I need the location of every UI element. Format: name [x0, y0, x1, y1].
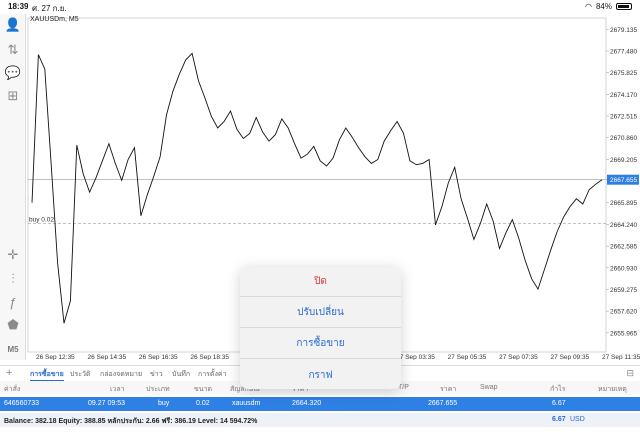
- objects-icon[interactable]: ⬟: [4, 316, 22, 334]
- status-bar: 18:39 ศ. 27 ก.ย. ◠ 84%: [0, 0, 640, 14]
- header-order: ค่าสั่ง: [4, 386, 21, 393]
- row-size: 0.02: [196, 400, 210, 407]
- account-icon[interactable]: 👤: [4, 16, 22, 34]
- crosshair-icon[interactable]: ✛: [4, 246, 22, 264]
- y-tick-label: 2655.965: [610, 330, 637, 337]
- row-profit: 6.67: [552, 400, 566, 407]
- y-tick-label: 2670.860: [610, 135, 637, 142]
- chat-icon[interactable]: 💬: [4, 64, 22, 82]
- panel-layout-icon[interactable]: ⊟: [626, 368, 634, 379]
- y-tick-label: 2665.895: [610, 200, 637, 207]
- currency-label: USD: [570, 416, 585, 423]
- x-tick-label: 27 Sep 11:35: [602, 354, 640, 360]
- y-tick-label: 2674.170: [610, 92, 637, 99]
- row-order: 646560733: [4, 400, 40, 407]
- x-tick-label: 27 Sep 05:35: [448, 354, 487, 360]
- status-time: 18:39: [8, 2, 29, 11]
- battery-percent: 84%: [595, 2, 612, 11]
- tab-trade[interactable]: การซื้อขาย: [30, 369, 64, 381]
- x-tick-label: 26 Sep 18:35: [190, 354, 229, 360]
- row-open-price: 2664.320: [292, 400, 322, 407]
- header-note: หมายเหตุ: [598, 386, 627, 393]
- x-tick-label: 26 Sep 12:35: [36, 354, 75, 360]
- header-size: ขนาด: [194, 386, 213, 393]
- header-swap: Swap: [480, 384, 498, 391]
- tab-journal[interactable]: บันทึก: [172, 369, 190, 380]
- trade-icon[interactable]: ⇅: [4, 41, 22, 59]
- battery-icon: [616, 3, 632, 10]
- row-type: buy: [158, 400, 170, 407]
- close-button[interactable]: ปิด: [240, 267, 401, 297]
- wifi-icon: ◠: [585, 2, 592, 11]
- row-time: 09.27 09:53: [88, 400, 125, 407]
- x-tick-label: 27 Sep 07:35: [499, 354, 538, 360]
- trade-button[interactable]: การซื้อขาย: [240, 329, 401, 359]
- tab-history[interactable]: ประวัติ: [70, 369, 90, 380]
- y-tick-label: 2679.135: [610, 27, 637, 34]
- y-tick-label: 2669.205: [610, 157, 637, 164]
- row-price: 2667.655: [428, 400, 458, 407]
- y-tick-label: 2660.930: [610, 265, 637, 272]
- modify-button[interactable]: ปรับเปลี่ยน: [240, 298, 401, 328]
- y-tick-label: 2662.585: [610, 244, 637, 251]
- tab-news[interactable]: ข่าว: [150, 369, 163, 380]
- x-tick-label: 26 Sep 14:35: [87, 354, 126, 360]
- y-tick-label: 2677.480: [610, 49, 637, 56]
- candles-icon[interactable]: ⫶: [4, 270, 22, 288]
- add-icon[interactable]: +: [6, 367, 12, 379]
- indicators-icon[interactable]: ƒ: [4, 293, 22, 311]
- x-tick-label: 26 Sep 16:35: [139, 354, 178, 360]
- chart-button[interactable]: กราฟ: [240, 360, 401, 389]
- account-summary: Balance: 382.18 Equity: 388.85 หลักประกั…: [0, 413, 640, 427]
- y-tick-label: 2657.620: [610, 309, 637, 316]
- tab-settings[interactable]: การตั้งค่า: [198, 369, 227, 380]
- order-line-label: buy 0.02: [29, 216, 54, 223]
- y-tick-label: 2659.275: [610, 287, 637, 294]
- x-tick-label: 27 Sep 03:35: [396, 354, 435, 360]
- header-price: ราคา: [440, 386, 457, 393]
- left-toolbar: 👤 ⇅ 💬 ⊞ ✛ ⫶ ƒ ⬟ M5: [0, 14, 26, 360]
- symbol-label: XAUUSDm, M5: [30, 16, 79, 23]
- table-row[interactable]: 646560733 09.27 09:53 buy 0.02 xauusdm 2…: [0, 397, 640, 411]
- header-profit: กำไร: [550, 386, 566, 393]
- y-tick-label: 2672.515: [610, 114, 637, 121]
- row-symbol: xauusdm: [232, 400, 261, 407]
- y-tick-label: 2675.825: [610, 70, 637, 77]
- x-tick-label: 27 Sep 09:35: [551, 354, 590, 360]
- tab-mailbox[interactable]: กล่องจดหมาย: [100, 369, 142, 380]
- y-tick-label: 2664.240: [610, 222, 637, 229]
- header-type: ประเภท: [146, 386, 170, 393]
- header-time: เวลา: [110, 386, 125, 393]
- timeframe-button[interactable]: M5: [4, 340, 22, 358]
- add-chart-icon[interactable]: ⊞: [4, 87, 22, 105]
- total-profit: 6.67: [552, 416, 566, 423]
- balance-text: Balance: 382.18 Equity: 388.85 หลักประกั…: [4, 418, 258, 425]
- y-tick-label: 2667.655: [610, 177, 637, 184]
- status-right: ◠ 84%: [585, 2, 632, 11]
- order-action-popup: ปิด ปรับเปลี่ยน การซื้อขาย กราฟ: [240, 267, 401, 389]
